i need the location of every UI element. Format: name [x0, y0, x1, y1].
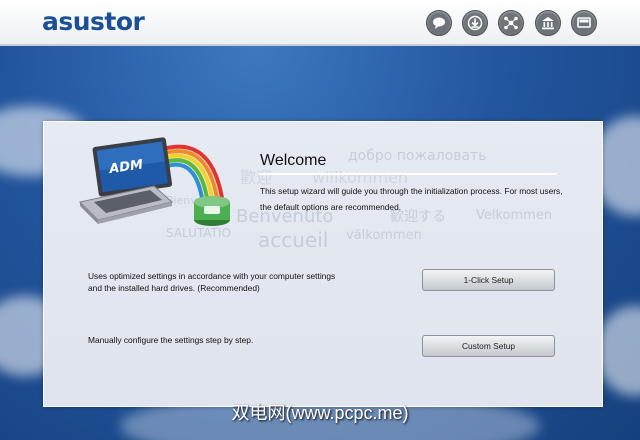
title-divider [259, 173, 557, 175]
one-click-description: Uses optimized settings in accordance wi… [88, 271, 336, 293]
monitor-icon[interactable] [571, 10, 597, 36]
one-click-setup-button[interactable]: 1-Click Setup [422, 269, 555, 291]
bank-icon[interactable] [535, 10, 561, 36]
welcome-title: Welcome [260, 152, 327, 169]
adm-laptop-illustration: ADM [78, 137, 230, 226]
watermark-word: добро пожаловать [348, 148, 487, 164]
chat-icon[interactable] [426, 10, 452, 36]
custom-setup-button[interactable]: Custom Setup [422, 335, 555, 357]
download-icon[interactable] [462, 10, 488, 36]
network-icon[interactable] [498, 10, 524, 36]
watermark-word: välkommen [346, 228, 422, 243]
watermark-word: accueil [258, 228, 329, 252]
welcome-description: This setup wizard will guide you through… [260, 186, 563, 212]
setup-wizard-panel: добро пожаловать 歡迎 willkommen Bienvenid… [43, 121, 603, 407]
custom-setup-description: Manually configure the settings step by … [88, 335, 254, 345]
top-header: asustor [0, 0, 640, 46]
watermark-caption: 双电网(www.pcpc.me) [231, 403, 409, 423]
asustor-logo: asustor [42, 7, 145, 36]
